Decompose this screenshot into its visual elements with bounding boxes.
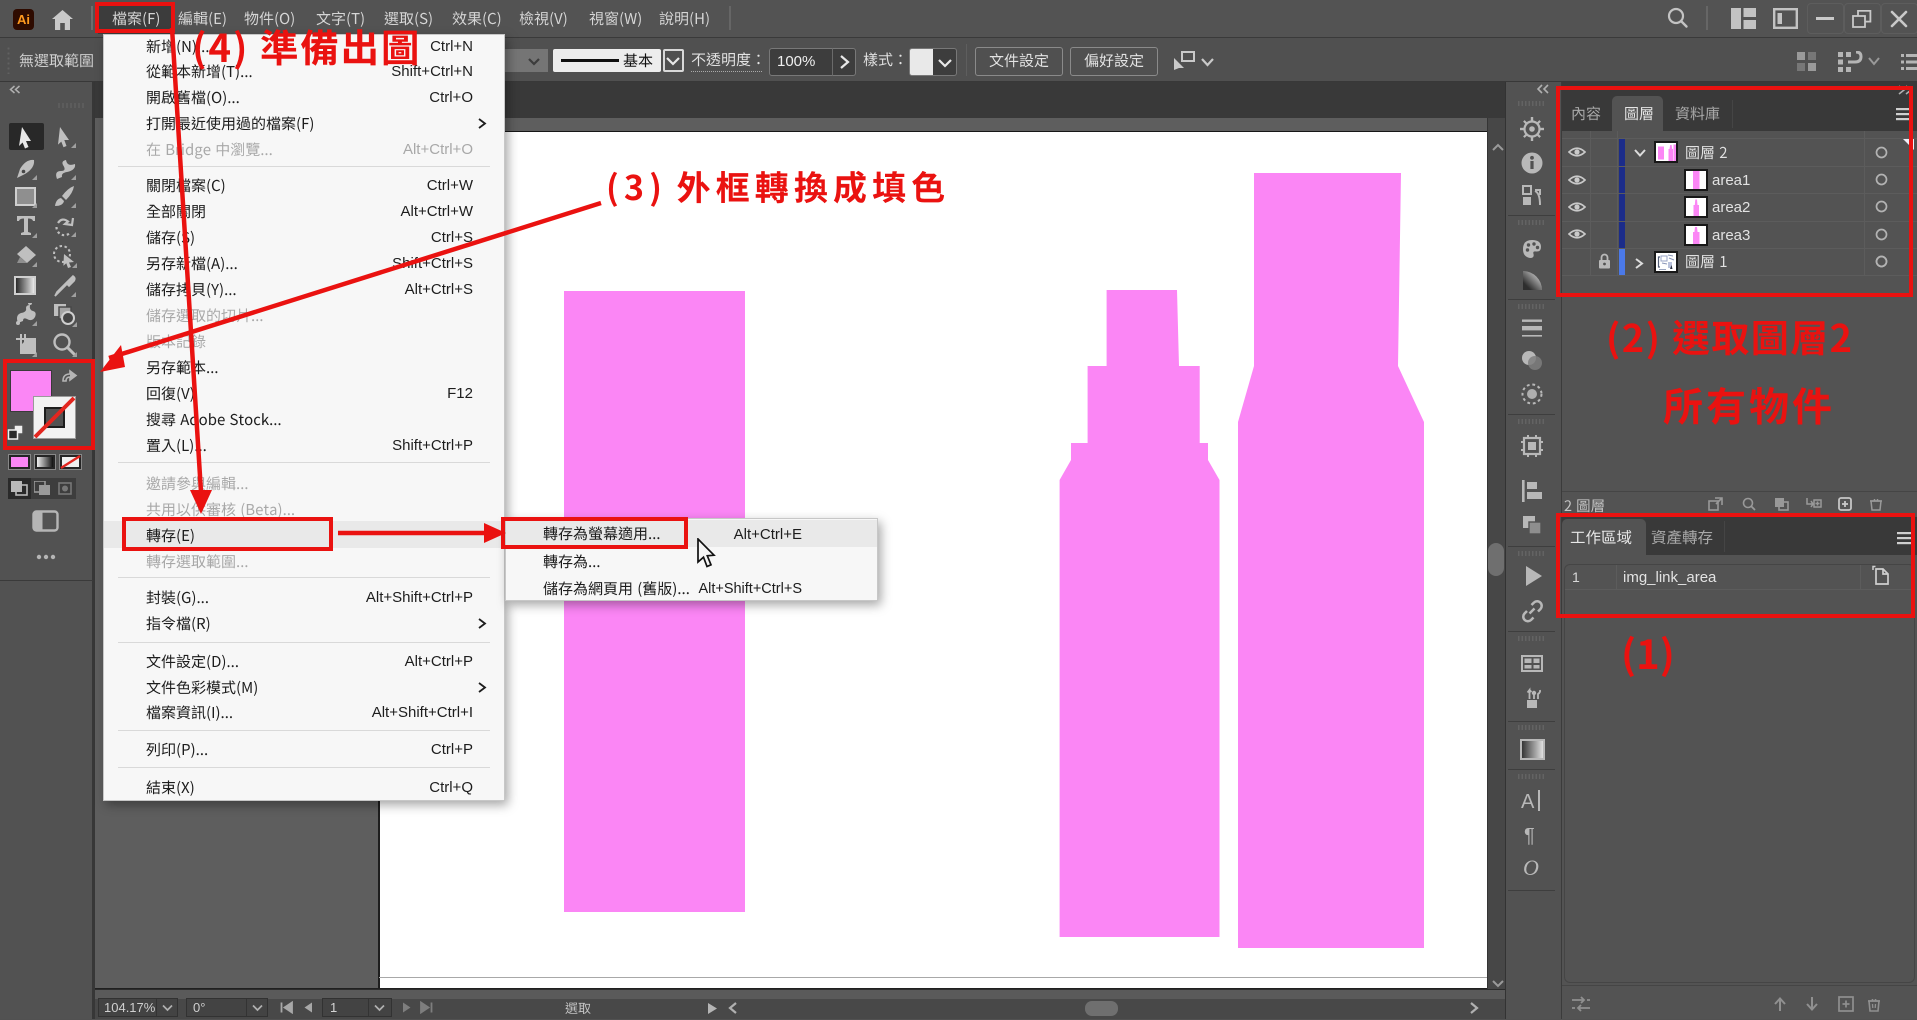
svg-text:¶: ¶ xyxy=(1524,825,1535,847)
svg-text:A: A xyxy=(1521,791,1535,813)
svg-text:O: O xyxy=(1523,855,1539,880)
